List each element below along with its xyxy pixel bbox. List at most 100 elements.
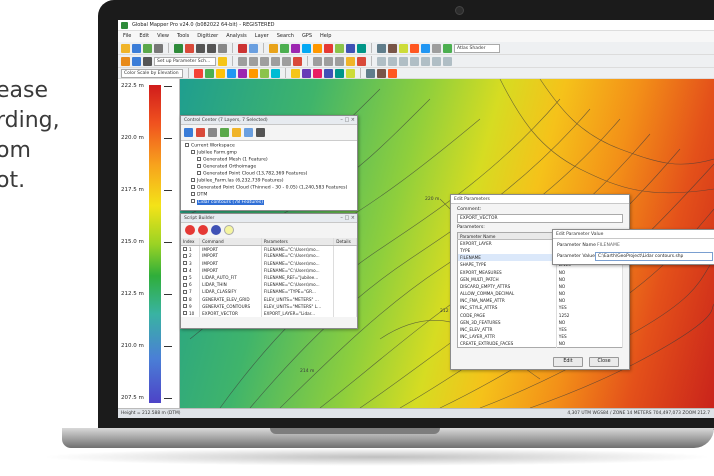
dissolve-icon[interactable] <box>443 56 452 66</box>
hillshade-icon[interactable] <box>205 68 214 78</box>
grid-icon[interactable] <box>377 43 386 53</box>
delete-icon[interactable] <box>324 43 333 53</box>
table-row[interactable]: DISCARD_EMPTY_ATTRS NO <box>457 282 624 290</box>
close-icon[interactable]: – □ × <box>340 116 355 125</box>
measure-icon[interactable] <box>291 43 300 53</box>
zoom-in-icon[interactable] <box>196 43 205 53</box>
table-row[interactable]: GEN_MULTI_PATCH NO <box>457 275 624 283</box>
aspect-icon[interactable] <box>238 68 247 78</box>
add-layer-icon[interactable] <box>184 128 193 137</box>
table-row[interactable]: INC_STYLE_ATTRS YES <box>457 304 624 312</box>
shader-icon[interactable] <box>443 43 452 53</box>
table-row[interactable]: 2 IMPORT FILENAME="C:\Users\mo... <box>181 252 357 260</box>
script-icon[interactable] <box>421 43 430 53</box>
tree-item-pointcloud[interactable]: Generated Point Cloud (13,782,369 Featur… <box>197 171 307 177</box>
stop-icon[interactable] <box>198 225 208 235</box>
terrain-icon[interactable] <box>357 43 366 53</box>
area-icon[interactable] <box>280 43 289 53</box>
settings-icon[interactable] <box>432 43 441 53</box>
table-row[interactable]: 7 LIDAR_CLASSIFY FILENAME="TYPE="GR... <box>181 288 357 296</box>
table-row[interactable]: INC_ELEV_ATTR YES <box>457 325 624 334</box>
digitize-icon[interactable] <box>269 43 278 53</box>
home-icon[interactable] <box>143 56 152 66</box>
table-row[interactable]: 6 LIDAR_THIN FILENAME="C:\Users\mo... <box>181 281 357 289</box>
rotate-icon[interactable] <box>313 56 322 66</box>
table-row[interactable]: INC_LAYER_ATTR YES <box>457 333 624 341</box>
scale-icon[interactable] <box>324 56 333 66</box>
table-row[interactable]: 1 IMPORT FILENAME="C:\Users\mo... <box>181 245 357 253</box>
metadata-icon[interactable] <box>244 128 253 137</box>
menu-search[interactable]: Search <box>277 31 294 42</box>
back-icon[interactable] <box>121 56 130 66</box>
table-row[interactable]: GEN_3D_FEATURES NO <box>457 318 624 326</box>
shader-select[interactable]: Atlas Shader <box>454 43 500 53</box>
classify-icon[interactable] <box>313 68 322 78</box>
layers-icon[interactable] <box>143 43 152 53</box>
tiles-icon[interactable] <box>388 68 397 78</box>
tree-item-workspace[interactable]: Current Workspace <box>185 143 235 149</box>
menu-help[interactable]: Help <box>320 31 331 42</box>
table-row[interactable]: 8 GENERATE_ELEV_GRID ELEV_UNITS="METERS" .… <box>181 295 357 303</box>
close-icon[interactable]: – □ × <box>340 214 355 223</box>
menu-tools[interactable]: Tools <box>177 31 189 42</box>
profile-icon[interactable] <box>388 43 397 53</box>
menu-layer[interactable]: Layer <box>255 31 269 42</box>
add-icon[interactable] <box>224 225 234 235</box>
close-button[interactable]: Close <box>589 357 619 367</box>
table-row[interactable]: ALLOW_COMMA_DECIMAL NO <box>457 290 624 298</box>
tree-item-mesh[interactable]: Generated Mesh (1 Feature) <box>197 157 268 163</box>
tree-item-contours[interactable]: Lidar contours (78 Features) <box>191 199 265 205</box>
flood-icon[interactable] <box>271 68 280 78</box>
shade-icon[interactable] <box>194 68 203 78</box>
split-icon[interactable] <box>249 56 258 66</box>
folder-icon[interactable] <box>232 128 241 137</box>
menu-file[interactable]: File <box>123 31 131 42</box>
buffer-icon[interactable] <box>421 56 430 66</box>
table-row[interactable]: 5 LIDAR_AUTO_FIT FILENAME_REF="Jubilee... <box>181 273 357 282</box>
tree-item-ortho[interactable]: Generated Orthoimage <box>197 164 256 170</box>
table-row[interactable]: 3 IMPORT FILENAME="C:\Users\mo... <box>181 259 357 267</box>
setup-input[interactable]: Set up Parameter Sch... <box>154 56 216 66</box>
sun-icon[interactable] <box>249 68 258 78</box>
volume-icon[interactable] <box>346 68 355 78</box>
open-icon[interactable] <box>121 43 130 53</box>
cloud-icon[interactable] <box>302 68 311 78</box>
print-icon[interactable] <box>154 43 163 53</box>
map-icon[interactable] <box>174 43 183 53</box>
move-icon[interactable] <box>335 56 344 66</box>
param-value-field[interactable]: C:\Earth\GeoProject\Lidar contours.shp <box>595 252 713 261</box>
menu-gps[interactable]: GPS <box>302 31 312 42</box>
edit-icon[interactable] <box>335 43 344 53</box>
menu-digitizer[interactable]: Digitizer <box>197 31 218 42</box>
vertex-icon[interactable] <box>238 56 247 66</box>
star-icon[interactable] <box>218 56 227 66</box>
point-icon[interactable] <box>313 43 322 53</box>
tree-item-thinned[interactable]: Generated Point Cloud (Thinned - 30 - 0.… <box>191 185 347 191</box>
lidar-icon[interactable] <box>410 43 419 53</box>
water-icon[interactable] <box>227 68 236 78</box>
record-icon[interactable] <box>185 225 195 235</box>
table-row[interactable]: CODE_PAGE 1252 <box>457 311 624 319</box>
offset-icon[interactable] <box>282 56 291 66</box>
mesh-icon[interactable] <box>291 68 300 78</box>
table-row[interactable]: CREATE_EXTRUDE_FACES NO <box>457 340 624 348</box>
play-icon[interactable] <box>211 225 221 235</box>
pin-icon[interactable] <box>185 43 194 53</box>
cursor-icon[interactable] <box>377 56 386 66</box>
show-icon[interactable] <box>220 128 229 137</box>
zoom-layer-icon[interactable] <box>256 128 265 137</box>
menu-edit[interactable]: Edit <box>139 31 149 42</box>
zoom-out-icon[interactable] <box>207 43 216 53</box>
table-row[interactable]: 10 EXPORT_VECTOR EXPORT_LAYER="Lidar... <box>181 309 357 318</box>
vegetation-icon[interactable] <box>260 68 269 78</box>
smooth-icon[interactable] <box>271 56 280 66</box>
view3d-icon[interactable] <box>399 43 408 53</box>
table-row[interactable]: EXPORT_MEASURES NO <box>457 268 624 276</box>
extract-icon[interactable] <box>335 68 344 78</box>
cut-icon[interactable] <box>293 56 302 66</box>
crosshair-icon[interactable] <box>388 56 397 66</box>
menu-view[interactable]: View <box>157 31 169 42</box>
angle-icon[interactable] <box>410 56 419 66</box>
edit-button[interactable]: Edit <box>553 357 583 367</box>
line-icon[interactable] <box>302 43 311 53</box>
